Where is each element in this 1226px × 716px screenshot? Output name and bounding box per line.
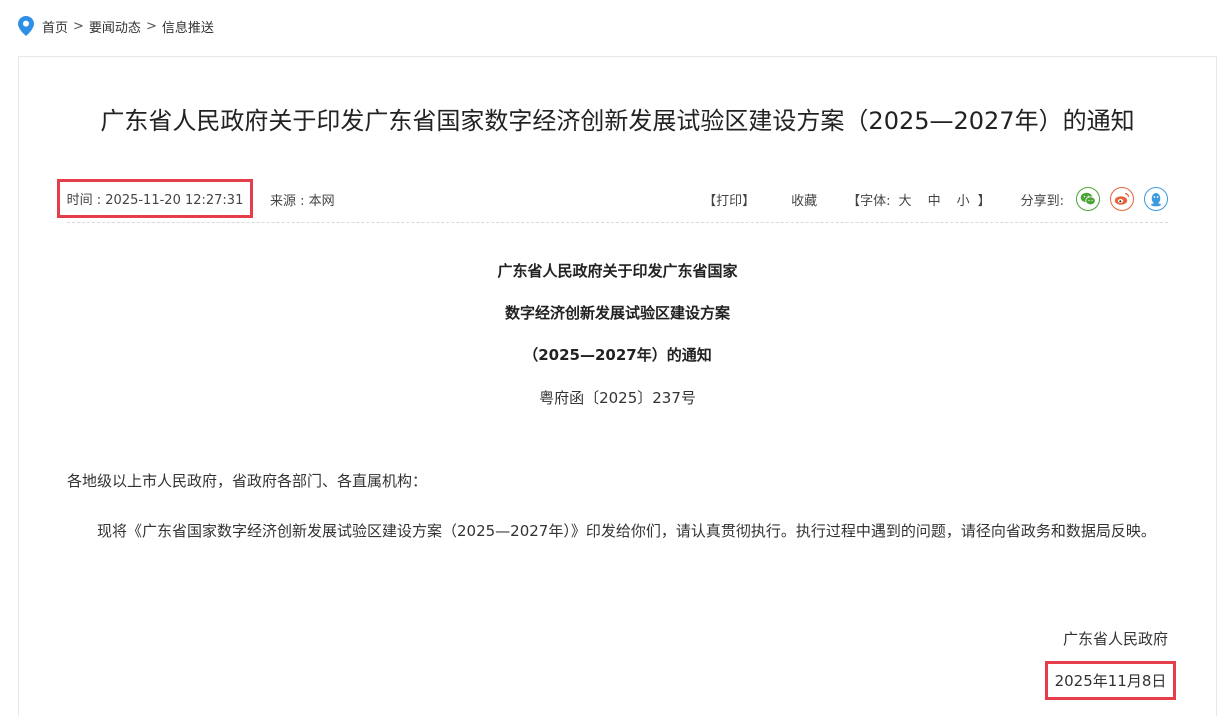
article-panel: 广东省人民政府关于印发广东省国家数字经济创新发展试验区建设方案 （2025—202… bbox=[18, 56, 1217, 716]
document-heading: 广东省人民政府关于印发广东省国家 数字经济创新发展试验区建设方案 （2025—2… bbox=[19, 257, 1216, 409]
breadcrumb-news[interactable]: 要闻动态 bbox=[89, 17, 141, 36]
font-size-switcher: 【字体: 大 中 小 】 bbox=[847, 190, 990, 209]
wechat-icon[interactable] bbox=[1076, 187, 1100, 211]
document-number: 粤府函〔2025〕237号 bbox=[539, 389, 696, 407]
print-button[interactable]: 【打印】 bbox=[703, 190, 755, 209]
font-size-suffix: 】 bbox=[977, 193, 991, 209]
breadcrumb-separator: > bbox=[145, 18, 157, 34]
article-body: 各地级以上市人民政府，省政府各部门、各直属机构： 现将《广东省国家数字经济创新发… bbox=[67, 467, 1168, 547]
favorite-button[interactable]: 收藏 bbox=[791, 190, 817, 209]
document-heading-line: 数字经济创新发展试验区建设方案 bbox=[504, 304, 730, 322]
breadcrumb-home[interactable]: 首页 bbox=[42, 17, 68, 36]
document-heading-line: 广东省人民政府关于印发广东省国家 bbox=[497, 262, 738, 280]
article-title: 广东省人民政府关于印发广东省国家数字经济创新发展试验区建设方案（2025—202… bbox=[100, 107, 1135, 135]
publish-time: 时间 : 2025-11-20 12:27:31 bbox=[57, 179, 253, 218]
document-heading-line: （2025—2027年）的通知 bbox=[523, 346, 712, 364]
font-size-prefix: 【字体: bbox=[847, 193, 891, 209]
qq-icon[interactable] bbox=[1144, 187, 1168, 211]
breadcrumb-separator: > bbox=[73, 18, 84, 34]
signature-block: 广东省人民政府 2025年11月8日 bbox=[1045, 625, 1176, 700]
breadcrumb-info-push[interactable]: 信息推送 bbox=[162, 17, 214, 36]
weibo-icon[interactable] bbox=[1110, 187, 1134, 211]
article-tools: 【打印】 收藏 【字体: 大 中 小 】 分享到: bbox=[703, 183, 1168, 215]
breadcrumb: 首页 > 要闻动态 > 信息推送 bbox=[18, 14, 214, 38]
article-source: 来源 : 本网 bbox=[270, 194, 335, 209]
signature-org: 广东省人民政府 bbox=[1062, 630, 1168, 648]
signature-date: 2025年11月8日 bbox=[1045, 661, 1176, 700]
article-meta-bar: 时间 : 2025-11-20 12:27:31 来源 : 本网 【打印】 收藏… bbox=[57, 179, 1168, 223]
location-pin-icon bbox=[18, 16, 34, 36]
share-label: 分享到: bbox=[1020, 193, 1064, 209]
salutation: 各地级以上市人民政府，省政府各部门、各直属机构： bbox=[67, 472, 428, 490]
body-paragraph: 现将《广东省国家数字经济创新发展试验区建设方案（2025—2027年）》印发给你… bbox=[97, 522, 1156, 540]
font-size-large[interactable]: 大 bbox=[899, 190, 912, 209]
font-size-medium[interactable]: 中 bbox=[928, 190, 941, 209]
font-size-small[interactable]: 小 bbox=[957, 190, 970, 209]
